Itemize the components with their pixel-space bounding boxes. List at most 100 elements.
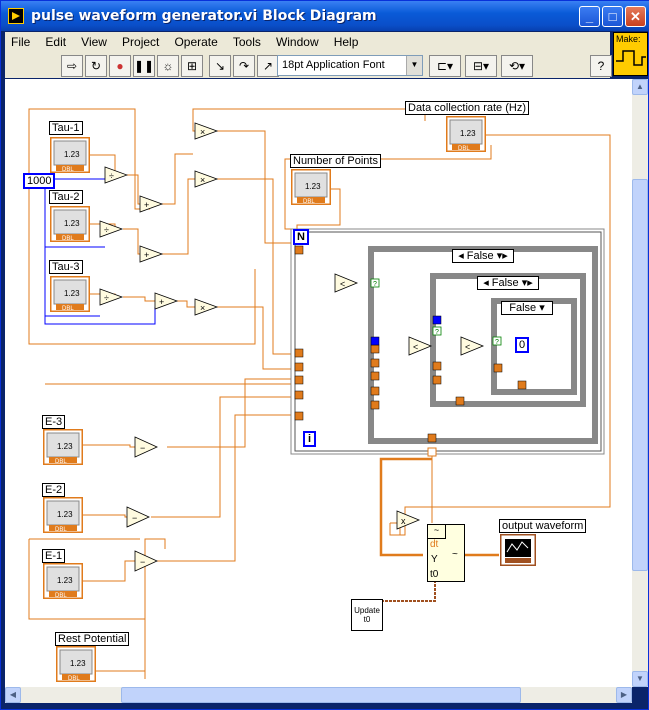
- constant-0[interactable]: 0: [515, 337, 530, 353]
- svg-text:?: ?: [495, 339, 499, 346]
- build-wf-dt: dt: [430, 539, 439, 550]
- vertical-scrollbar[interactable]: ▲ ▼: [632, 79, 648, 687]
- menu-operate[interactable]: Operate: [168, 32, 223, 49]
- svg-text:DBL: DBL: [458, 146, 470, 152]
- menu-tools[interactable]: Tools: [227, 32, 267, 49]
- block-diagram-canvas[interactable]: × × × ÷ ÷ ÷ + + + < < < − − − x ??? Tau-1 1.23 DBL …: [5, 79, 632, 687]
- svg-text:DBL: DBL: [62, 167, 74, 173]
- close-button[interactable]: ✕: [625, 6, 646, 27]
- svg-text:DBL: DBL: [68, 676, 80, 682]
- scroll-left-icon[interactable]: ◀: [5, 687, 21, 703]
- menu-file[interactable]: File: [5, 32, 36, 49]
- vi-icon-panel[interactable]: Make:: [613, 32, 648, 76]
- step-into-icon[interactable]: ↘: [209, 55, 231, 77]
- num-points-control-terminal[interactable]: 1.23 DBL: [290, 168, 332, 208]
- svg-text:?: ?: [373, 281, 377, 288]
- align-objects-icon[interactable]: ⊏▾: [429, 55, 461, 77]
- svg-text:1.23: 1.23: [70, 659, 86, 668]
- svg-text:−: −: [132, 513, 137, 523]
- case-selector-middle[interactable]: ◂ False ▾▸: [477, 276, 539, 290]
- make-label: Make:: [616, 34, 641, 44]
- svg-text:+: +: [144, 250, 149, 260]
- title-bar[interactable]: pulse waveform generator.vi Block Diagra…: [1, 1, 649, 31]
- retain-wire-values-icon[interactable]: ⊞: [181, 55, 203, 77]
- svg-text:1.23: 1.23: [57, 510, 73, 519]
- svg-text:1.23: 1.23: [64, 219, 80, 228]
- reorder-icon[interactable]: ⟲▾: [501, 55, 533, 77]
- distribute-objects-icon[interactable]: ⊟▾: [465, 55, 497, 77]
- multiply-node: [194, 122, 219, 140]
- svg-text:−: −: [140, 443, 145, 453]
- tau1-terminal-text: 1.23: [64, 150, 80, 159]
- svg-text:<: <: [465, 342, 470, 352]
- case-selector-inner-label: False: [509, 302, 537, 314]
- e1-label: E-1: [42, 549, 66, 563]
- highlight-execution-icon[interactable]: ☼: [157, 55, 179, 77]
- menu-help[interactable]: Help: [328, 32, 365, 49]
- build-waveform-node[interactable]: ~ dt Y t0 ~: [427, 524, 465, 582]
- maximize-button[interactable]: □: [602, 6, 623, 27]
- menu-window[interactable]: Window: [270, 32, 325, 49]
- menu-edit[interactable]: Edit: [39, 32, 72, 49]
- tau2-control-terminal[interactable]: 1.23 DBL: [49, 205, 91, 245]
- step-out-icon[interactable]: ↗: [257, 55, 279, 77]
- help-icon[interactable]: ?: [590, 55, 612, 77]
- step-over-icon[interactable]: ↷: [233, 55, 255, 77]
- constant-1000[interactable]: 1000: [23, 173, 56, 189]
- data-rate-label: Data collection rate (Hz): [405, 101, 529, 115]
- build-wf-y: Y: [431, 554, 438, 565]
- data-rate-control-terminal[interactable]: 1.23 DBL: [445, 115, 487, 155]
- run-arrow-icon[interactable]: ⇨: [61, 55, 83, 77]
- waveform-out-icon: ~: [452, 549, 458, 560]
- e1-control-terminal[interactable]: 1.23 DBL: [42, 562, 84, 602]
- abort-icon[interactable]: ●: [109, 55, 131, 77]
- num-points-label: Number of Points: [290, 154, 381, 168]
- svg-text:×: ×: [200, 303, 205, 313]
- svg-text:÷: ÷: [104, 293, 109, 303]
- svg-text:+: +: [159, 297, 164, 307]
- svg-text:÷: ÷: [104, 225, 109, 235]
- tau1-label: Tau-1: [49, 121, 83, 135]
- scroll-right-icon[interactable]: ▶: [616, 687, 632, 703]
- svg-text:1.23: 1.23: [57, 576, 73, 585]
- horizontal-scroll-thumb[interactable]: [121, 687, 521, 703]
- scroll-up-icon[interactable]: ▲: [632, 79, 648, 95]
- waveform-icon: ~: [428, 525, 446, 539]
- menu-view[interactable]: View: [75, 32, 113, 49]
- case-selector-outer[interactable]: ◂ False ▾▸: [452, 249, 514, 263]
- font-dropdown[interactable]: 18pt Application Font ▼: [277, 55, 423, 76]
- e2-label: E-2: [42, 483, 66, 497]
- loop-count-terminal[interactable]: N: [293, 229, 309, 245]
- svg-text:1.23: 1.23: [57, 442, 73, 451]
- svg-text:1.23: 1.23: [64, 289, 80, 298]
- case-selector-inner[interactable]: False ▾: [501, 301, 553, 315]
- loop-iteration-terminal[interactable]: i: [303, 431, 317, 447]
- case-selector-outer-label: False: [466, 250, 494, 262]
- e3-label: E-3: [42, 415, 66, 429]
- rest-potential-label: Rest Potential: [55, 632, 130, 646]
- output-waveform-label: output waveform: [499, 519, 587, 533]
- svg-text:÷: ÷: [109, 171, 114, 181]
- minimize-button[interactable]: _: [579, 6, 600, 27]
- e3-control-terminal[interactable]: 1.23 DBL: [42, 428, 84, 468]
- update-t0-subvi[interactable]: Update t0: [351, 599, 383, 631]
- svg-text:1.23: 1.23: [305, 182, 321, 191]
- labview-app-icon: [8, 8, 24, 24]
- vertical-scroll-thumb[interactable]: [632, 179, 648, 571]
- menu-project[interactable]: Project: [116, 32, 165, 49]
- run-continuous-icon[interactable]: ↻: [85, 55, 107, 77]
- svg-text:1.23: 1.23: [460, 129, 476, 138]
- svg-text:<: <: [413, 342, 418, 352]
- horizontal-scrollbar[interactable]: ◀ ▶: [5, 687, 632, 703]
- svg-text:×: ×: [200, 175, 205, 185]
- svg-text:DBL: DBL: [55, 593, 67, 599]
- e2-control-terminal[interactable]: 1.23 DBL: [42, 496, 84, 536]
- pause-icon[interactable]: ❚❚: [133, 55, 155, 77]
- tau3-control-terminal[interactable]: 1.23 DBL: [49, 275, 91, 315]
- rest-potential-control-terminal[interactable]: 1.23 DBL: [55, 645, 97, 685]
- scroll-down-icon[interactable]: ▼: [632, 671, 648, 687]
- output-waveform-indicator-terminal[interactable]: [499, 533, 537, 569]
- pulse-waveform-icon: [616, 50, 646, 66]
- tau1-control-terminal[interactable]: 1.23 DBL: [49, 136, 91, 176]
- window-title: pulse waveform generator.vi Block Diagra…: [31, 8, 377, 24]
